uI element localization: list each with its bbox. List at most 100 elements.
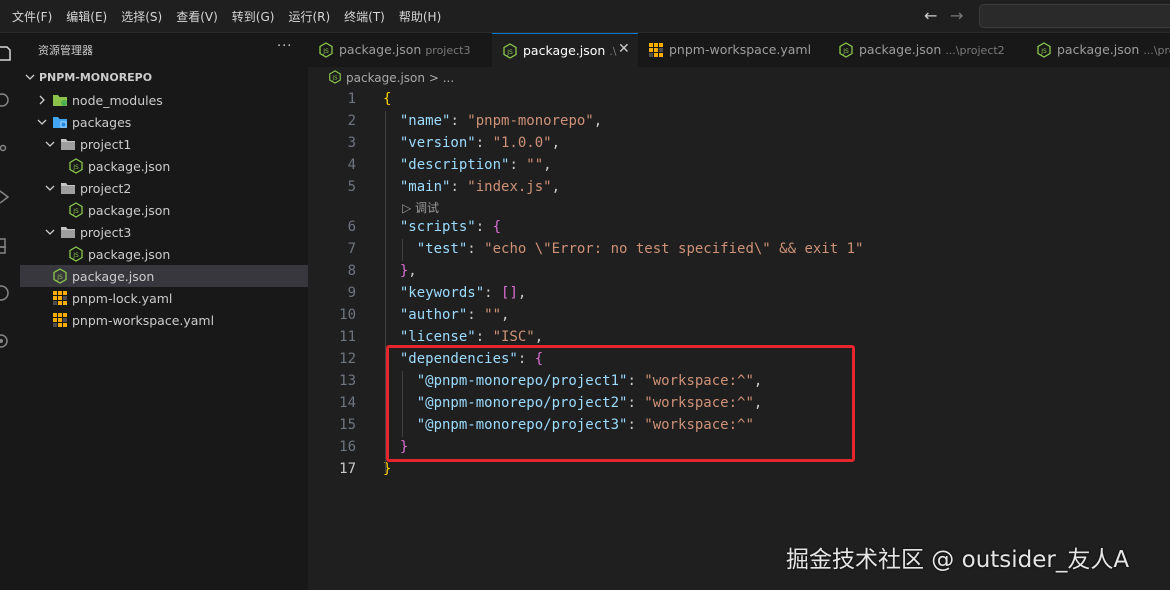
folder-icon xyxy=(61,139,75,150)
line-number: 10 xyxy=(339,307,356,323)
tree-item-label: project2 xyxy=(80,181,132,196)
arrow-left-icon[interactable]: ← xyxy=(924,6,937,25)
svg-text:JS: JS xyxy=(322,48,329,55)
tree-item-label: node_modules xyxy=(72,93,163,108)
tree-item-label: project1 xyxy=(80,137,132,152)
line-number: 7 xyxy=(347,241,356,257)
yaml-icon xyxy=(53,291,67,305)
svg-text:JS: JS xyxy=(72,208,79,215)
extensions-icon[interactable] xyxy=(0,235,20,255)
menu-item[interactable]: 查看(V) xyxy=(176,8,218,25)
chevron-down-icon xyxy=(45,185,55,191)
root-folder-label: PNPM-MONOREPO xyxy=(39,71,153,84)
tab-description: .\ xyxy=(609,45,617,58)
tree-item-label: pnpm-workspace.yaml xyxy=(72,313,215,328)
code-line[interactable]: "scripts": { xyxy=(383,219,501,235)
menu-item[interactable]: 运行(R) xyxy=(288,8,330,25)
json-icon: JS xyxy=(69,246,83,262)
tree-file[interactable]: JS package.json xyxy=(20,199,308,221)
code-line[interactable]: "license": "ISC", xyxy=(383,329,543,345)
menu-bar: 文件(F) 编辑(E) 选择(S) 查看(V) 转到(G) 运行(R) 终端(T) 帮助(H)… xyxy=(0,0,1170,33)
tab-label: package.json...\project1 xyxy=(1057,42,1170,57)
highlight-annotation-box xyxy=(386,345,855,462)
menu-item[interactable]: 编辑(E) xyxy=(66,8,107,25)
chevron-down-icon xyxy=(45,229,55,235)
explorer-icon[interactable] xyxy=(0,43,20,63)
source-control-icon[interactable] xyxy=(0,139,20,159)
breadcrumb-path[interactable]: package.json > ... xyxy=(346,71,454,85)
editor-tab[interactable]: pnpm-workspace.yaml xyxy=(638,33,829,67)
tree-folder[interactable]: project1 xyxy=(20,133,308,155)
tree-item-label: packages xyxy=(72,115,132,130)
root-folder-header[interactable]: PNPM-MONOREPO xyxy=(20,67,308,89)
svg-text:JS: JS xyxy=(332,76,339,82)
code-line[interactable]: "version": "1.0.0", xyxy=(383,135,560,151)
tab-label: package.json project3 xyxy=(339,42,471,57)
codelens-debug[interactable]: ▷ 调试 xyxy=(402,199,439,216)
tab-description: ...\project2 xyxy=(945,44,1005,57)
code-line[interactable]: { xyxy=(383,91,391,107)
tree-file[interactable]: pnpm-workspace.yaml xyxy=(20,309,308,331)
menu-item[interactable]: 帮助(H) xyxy=(399,8,441,25)
code-line[interactable]: "keywords": [], xyxy=(383,285,526,301)
remote-explorer-icon[interactable] xyxy=(0,283,20,303)
tab-label: package.json ...\project2 xyxy=(859,42,1005,57)
tree-folder[interactable]: packages xyxy=(20,111,308,133)
run-debug-icon[interactable] xyxy=(0,187,20,207)
editor-tab[interactable]: JS package.json project3 xyxy=(308,33,493,67)
tree-item-label: package.json xyxy=(88,247,171,262)
line-number: 3 xyxy=(347,135,356,151)
tree-item-label: package.json xyxy=(72,269,155,284)
close-icon[interactable]: ✕ xyxy=(618,41,630,57)
activity-bar xyxy=(0,33,21,590)
line-number: 4 xyxy=(347,157,356,173)
menu-item[interactable]: 转到(G) xyxy=(232,8,275,25)
code-line[interactable]: "author": "", xyxy=(383,307,510,323)
code-line[interactable]: }, xyxy=(383,263,417,279)
tree-item-label: project3 xyxy=(80,225,132,240)
json-icon: JS xyxy=(69,158,83,174)
command-center-search[interactable] xyxy=(979,4,1170,28)
editor-tab[interactable]: JS package.json...\project1 xyxy=(1026,33,1170,67)
folder-icon xyxy=(61,227,75,238)
indent-guide xyxy=(402,239,403,261)
tree-file[interactable]: JS package.json xyxy=(20,243,308,265)
yaml-icon xyxy=(53,313,67,327)
line-number: 16 xyxy=(339,439,356,455)
code-line[interactable]: "test": "echo \"Error: no test specified… xyxy=(383,241,864,257)
packages-folder-icon xyxy=(53,117,67,128)
code-editor[interactable]: 1 2 3 4 5 6 7 8 9 10 11 12 13 14 15 16 17 { "name": "pnp… xyxy=(308,89,1170,590)
tree-folder[interactable]: project2 xyxy=(20,177,308,199)
json-icon: JS xyxy=(1037,42,1051,58)
code-line[interactable]: "name": "pnpm-monorepo", xyxy=(383,113,602,129)
code-line[interactable]: "description": "", xyxy=(383,157,552,173)
more-actions-icon[interactable]: ··· xyxy=(277,39,292,54)
tree-folder[interactable]: project3 xyxy=(20,221,308,243)
tree-file[interactable]: JS package.json xyxy=(20,265,308,287)
editor-tab[interactable]: JS package.json ...\project2 xyxy=(828,33,1027,67)
menu-item[interactable]: 文件(F) xyxy=(12,8,52,25)
git-graph-icon[interactable] xyxy=(0,331,20,351)
arrow-right-icon[interactable]: → xyxy=(950,6,963,25)
code-line[interactable]: "main": "index.js", xyxy=(383,179,560,195)
tab-label: package.json .\ xyxy=(523,43,617,58)
line-number: 6 xyxy=(347,219,356,235)
tree-file[interactable]: JS package.json xyxy=(20,155,308,177)
editor-tab[interactable]: JS package.json .\ ✕ xyxy=(492,33,639,68)
search-icon[interactable] xyxy=(0,91,20,111)
menu-item[interactable]: 终端(T) xyxy=(344,8,385,25)
line-number: 13 xyxy=(339,373,356,389)
svg-text:JS: JS xyxy=(72,252,79,259)
tree-folder[interactable]: node_modules xyxy=(20,89,308,111)
line-number: 17 xyxy=(339,461,356,477)
svg-text:JS: JS xyxy=(56,274,63,281)
svg-text:JS: JS xyxy=(1040,48,1047,55)
menu-item[interactable]: 选择(S) xyxy=(121,8,162,25)
breadcrumb: JS package.json > ... xyxy=(308,67,1170,89)
json-icon: JS xyxy=(53,268,67,284)
json-icon: JS xyxy=(839,42,853,58)
line-number: 14 xyxy=(339,395,356,411)
tree-file[interactable]: pnpm-lock.yaml xyxy=(20,287,308,309)
tree-item-label: package.json xyxy=(88,203,171,218)
chevron-right-icon xyxy=(39,95,45,105)
